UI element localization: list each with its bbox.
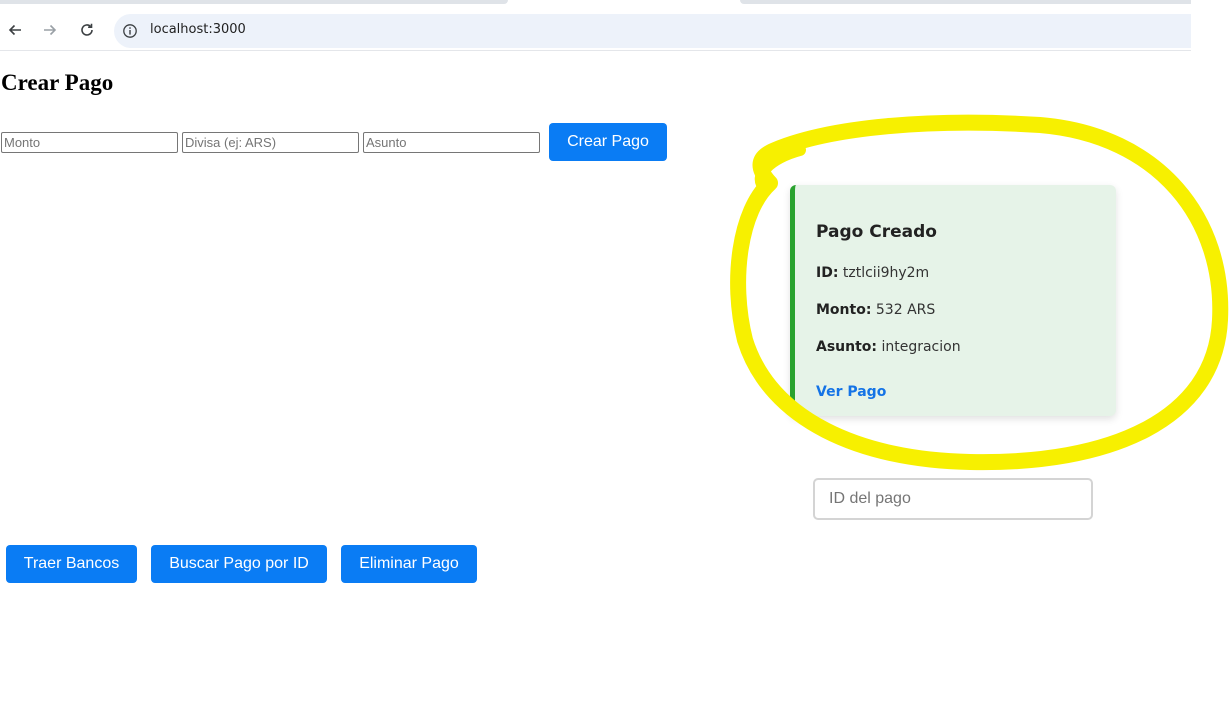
arrow-left-icon [8, 24, 21, 36]
page-title: Crear Pago [1, 70, 114, 95]
payment-amount-value: 532 ARS [875, 302, 936, 318]
payment-id-label: ID: [816, 265, 839, 281]
payment-subject-value: integracion [881, 339, 961, 355]
delete-payment-button[interactable]: Eliminar Pago [341, 545, 477, 583]
back-button[interactable] [3, 18, 27, 42]
payment-amount-label: Monto: [816, 302, 872, 318]
address-bar[interactable]: localhost:3000 [114, 14, 1191, 48]
amount-input[interactable] [1, 132, 178, 153]
payment-subject-label: Asunto: [816, 339, 878, 355]
payment-id-input[interactable] [813, 478, 1093, 520]
payment-id-line: ID: tztlcii9hy2m [816, 265, 929, 281]
subject-input[interactable] [363, 132, 540, 153]
toolbar-divider [0, 50, 1191, 51]
payment-id-value: tztlcii9hy2m [842, 265, 930, 281]
view-payment-link[interactable]: Ver Pago [816, 384, 886, 400]
search-payment-button[interactable]: Buscar Pago por ID [151, 545, 327, 583]
card-title: Pago Creado [816, 222, 937, 242]
currency-input[interactable] [182, 132, 359, 153]
payment-subject-line: Asunto: integracion [816, 339, 961, 355]
info-circle-icon[interactable] [122, 23, 138, 39]
arrow-right-icon [44, 24, 57, 36]
payment-created-card: Pago Creado ID: tztlcii9hy2m Monto: 532 … [790, 185, 1116, 416]
create-payment-button[interactable]: Crear Pago [549, 123, 667, 161]
fetch-banks-button[interactable]: Traer Bancos [6, 545, 137, 583]
reload-icon [81, 23, 93, 36]
browser-toolbar: localhost:3000 [0, 4, 1191, 50]
url-text[interactable]: localhost:3000 [150, 22, 246, 37]
reload-button[interactable] [75, 18, 99, 42]
payment-amount-line: Monto: 532 ARS [816, 302, 935, 318]
forward-button[interactable] [38, 18, 62, 42]
